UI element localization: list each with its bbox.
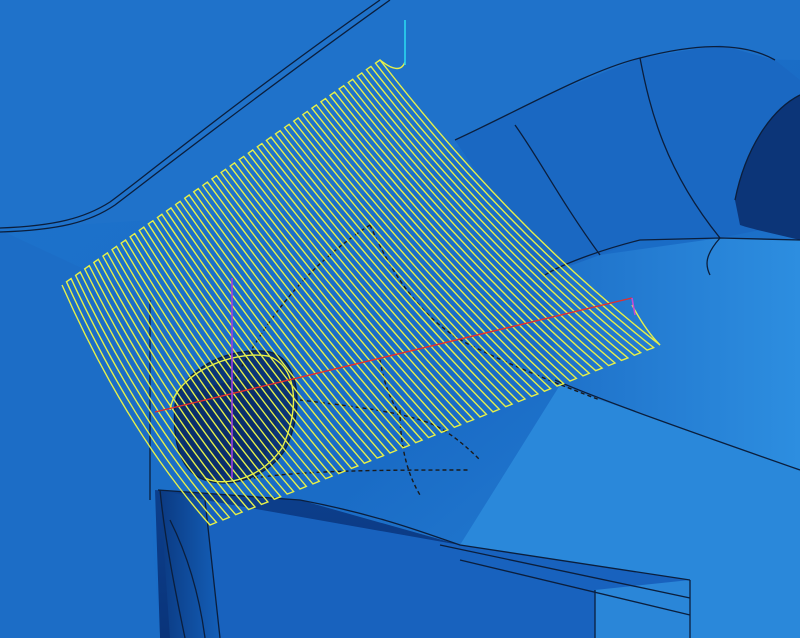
channel-block-right bbox=[595, 580, 690, 638]
scene-canvas[interactable] bbox=[0, 0, 800, 638]
cad-viewport[interactable] bbox=[0, 0, 800, 638]
